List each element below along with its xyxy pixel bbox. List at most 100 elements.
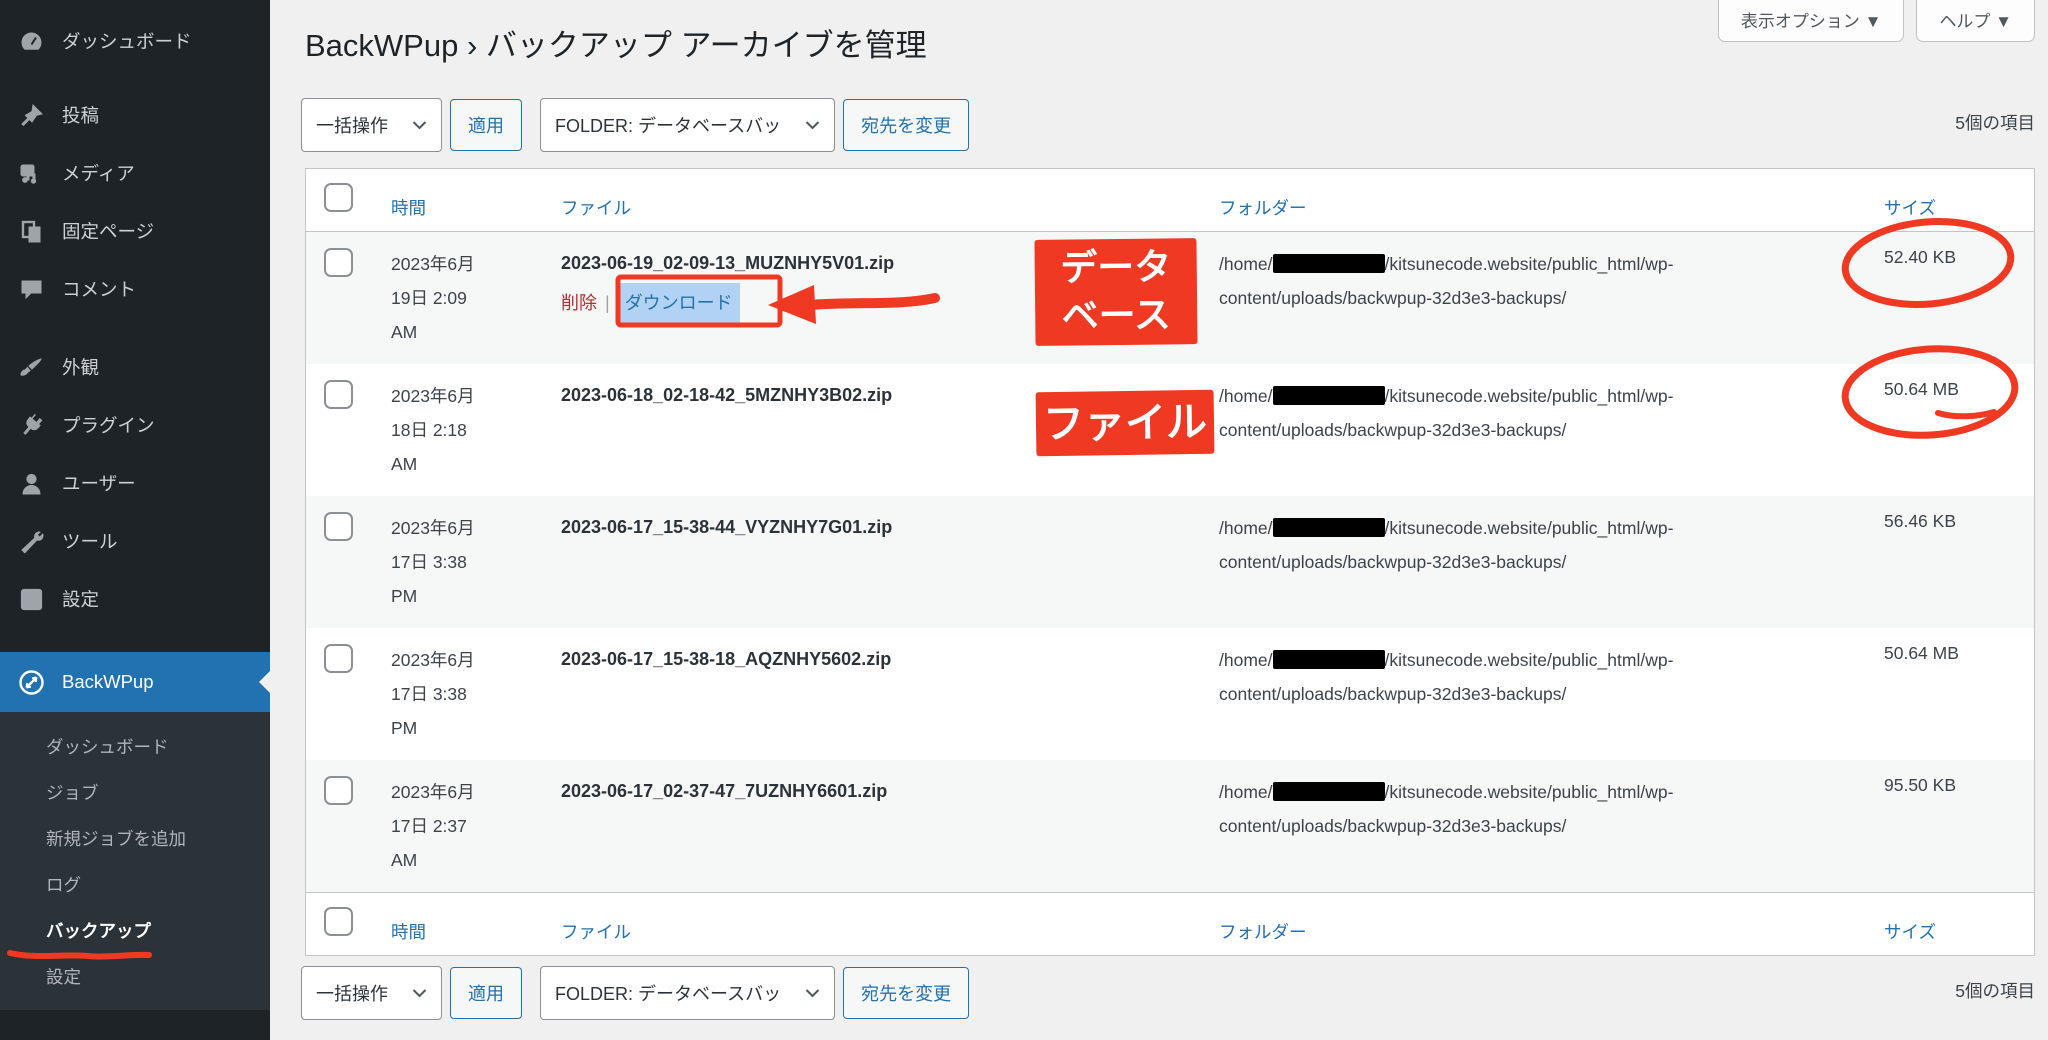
sidebar-item-tools[interactable]: ツール	[0, 512, 270, 570]
sidebar-item-label: コメント	[62, 276, 136, 302]
folder-filter-label: FOLDER: データベースバッ	[555, 112, 781, 138]
column-header-size[interactable]: サイズ	[1884, 922, 1936, 942]
screen-options-label: 表示オプション ▼	[1741, 7, 1882, 32]
media-icon	[18, 160, 45, 187]
submenu-item-settings[interactable]: 設定	[0, 954, 270, 1000]
sidebar-item-users[interactable]: ユーザー	[0, 454, 270, 512]
table-footer: 時間 ファイル フォルダー サイズ	[306, 892, 2034, 955]
admin-sidebar: ダッシュボード 投稿 メディア 固定ページ コメント 外観 プラグイン	[0, 0, 270, 1040]
delete-link[interactable]: 削除	[561, 286, 597, 320]
table-header: 時間 ファイル フォルダー サイズ	[306, 169, 2034, 232]
folder-filter-select[interactable]: FOLDER: データベースバッ	[540, 98, 835, 152]
sidebar-item-settings[interactable]: 設定	[0, 570, 270, 628]
submenu-item-dashboard[interactable]: ダッシュボード	[0, 724, 270, 770]
row-checkbox[interactable]	[324, 248, 353, 277]
sidebar-item-media[interactable]: メディア	[0, 144, 270, 202]
sidebar-item-label: 投稿	[62, 102, 99, 128]
backup-filename: 2023-06-17_02-37-47_7UZNHY6601.zip	[561, 775, 1219, 807]
page-title: BackWPup › バックアップ アーカイブを管理	[305, 20, 927, 65]
chevron-down-icon	[412, 120, 427, 130]
backup-filename: 2023-06-17_15-38-44_VYZNHY7G01.zip	[561, 511, 1219, 543]
items-count: 5個の項目	[1955, 978, 2035, 1003]
sidebar-item-label: プラグイン	[62, 412, 155, 438]
row-checkbox[interactable]	[324, 380, 353, 409]
chevron-down-icon	[412, 988, 427, 998]
dashboard-icon	[18, 28, 45, 55]
sidebar-item-label: BackWPup	[62, 671, 154, 693]
backwpup-backups-page: ダッシュボード 投稿 メディア 固定ページ コメント 外観 プラグイン	[0, 0, 2048, 1040]
backup-folder-path: /home//kitsunecode.website/public_html/w…	[1219, 364, 1884, 496]
column-header-size[interactable]: サイズ	[1884, 198, 1936, 218]
column-header-file[interactable]: ファイル	[561, 922, 631, 942]
backup-time: 2023年6月19日 2:09AM	[391, 232, 561, 364]
change-destination-button[interactable]: 宛先を変更	[843, 99, 969, 151]
folder-filter-label: FOLDER: データベースバッ	[555, 980, 781, 1006]
backup-filename: 2023-06-18_02-18-42_5MZNHY3B02.zip	[561, 379, 1219, 411]
column-header-folder[interactable]: フォルダー	[1219, 922, 1307, 942]
column-header-time[interactable]: 時間	[391, 922, 426, 942]
sidebar-item-backwpup[interactable]: BackWPup	[0, 652, 270, 712]
items-count: 5個の項目	[1955, 110, 2035, 135]
comments-icon	[18, 276, 45, 303]
backup-time: 2023年6月18日 2:18AM	[391, 364, 561, 496]
users-icon	[18, 470, 45, 497]
backwpup-submenu: ダッシュボード ジョブ 新規ジョブを追加 ログ バックアップ 設定	[0, 712, 270, 1010]
redacted-username	[1273, 386, 1385, 405]
column-header-time[interactable]: 時間	[391, 198, 426, 218]
bulk-action-select[interactable]: 一括操作	[301, 966, 442, 1020]
sidebar-item-dashboard[interactable]: ダッシュボード	[0, 12, 270, 70]
pin-icon	[18, 102, 45, 129]
column-header-file[interactable]: ファイル	[561, 198, 631, 218]
pages-icon	[18, 218, 45, 245]
download-link[interactable]: ダウンロード	[618, 283, 740, 323]
table-row: 2023年6月17日 3:38PM 2023-06-17_15-38-44_VY…	[306, 496, 2034, 628]
backwpup-logo-icon	[18, 669, 45, 696]
select-all-checkbox[interactable]	[324, 907, 353, 936]
sidebar-item-posts[interactable]: 投稿	[0, 86, 270, 144]
row-checkbox[interactable]	[324, 644, 353, 673]
table-row: 2023年6月19日 2:09AM 2023-06-19_02-09-13_MU…	[306, 232, 2034, 364]
chevron-down-icon	[805, 120, 820, 130]
bulk-action-label: 一括操作	[316, 112, 388, 138]
sidebar-item-appearance[interactable]: 外観	[0, 338, 270, 396]
apply-button[interactable]: 適用	[450, 967, 522, 1019]
redacted-username	[1273, 782, 1385, 801]
select-all-checkbox[interactable]	[324, 183, 353, 212]
table-row: 2023年6月17日 2:37AM 2023-06-17_02-37-47_7U…	[306, 760, 2034, 892]
backup-size: 52.40 KB	[1884, 232, 2034, 364]
sidebar-item-label: ツール	[62, 528, 118, 554]
backup-size: 95.50 KB	[1884, 760, 2034, 892]
submenu-item-add-new-job[interactable]: 新規ジョブを追加	[0, 816, 270, 862]
sidebar-item-pages[interactable]: 固定ページ	[0, 202, 270, 260]
bulk-action-select[interactable]: 一括操作	[301, 98, 442, 152]
redacted-username	[1273, 254, 1385, 273]
sidebar-item-label: ユーザー	[62, 470, 136, 496]
row-actions: 削除 | ダウンロード	[561, 283, 1219, 323]
table-row: 2023年6月18日 2:18AM 2023-06-18_02-18-42_5M…	[306, 364, 2034, 496]
sidebar-item-label: 設定	[62, 586, 99, 612]
submenu-item-logs[interactable]: ログ	[0, 862, 270, 908]
backup-size: 56.46 KB	[1884, 496, 2034, 628]
tools-icon	[18, 528, 45, 555]
sidebar-item-plugins[interactable]: プラグイン	[0, 396, 270, 454]
appearance-icon	[18, 354, 45, 381]
row-checkbox[interactable]	[324, 776, 353, 805]
submenu-item-backups[interactable]: バックアップ	[0, 908, 270, 954]
backup-folder-path: /home//kitsunecode.website/public_html/w…	[1219, 496, 1884, 628]
redacted-username	[1273, 650, 1385, 669]
help-label: ヘルプ ▼	[1939, 7, 2012, 32]
apply-button[interactable]: 適用	[450, 99, 522, 151]
column-header-folder[interactable]: フォルダー	[1219, 198, 1307, 218]
submenu-item-jobs[interactable]: ジョブ	[0, 770, 270, 816]
sidebar-item-comments[interactable]: コメント	[0, 260, 270, 318]
backup-time: 2023年6月17日 2:37AM	[391, 760, 561, 892]
table-row: 2023年6月17日 3:38PM 2023-06-17_15-38-18_AQ…	[306, 628, 2034, 760]
help-button[interactable]: ヘルプ ▼	[1916, 0, 2035, 42]
folder-filter-select[interactable]: FOLDER: データベースバッ	[540, 966, 835, 1020]
sidebar-item-label: ダッシュボード	[62, 28, 192, 54]
screen-options-button[interactable]: 表示オプション ▼	[1718, 0, 1905, 42]
row-checkbox[interactable]	[324, 512, 353, 541]
bottom-toolbar: 一括操作 適用 FOLDER: データベースバッ 宛先を変更	[301, 966, 969, 1020]
backup-folder-path: /home//kitsunecode.website/public_html/w…	[1219, 760, 1884, 892]
change-destination-button[interactable]: 宛先を変更	[843, 967, 969, 1019]
